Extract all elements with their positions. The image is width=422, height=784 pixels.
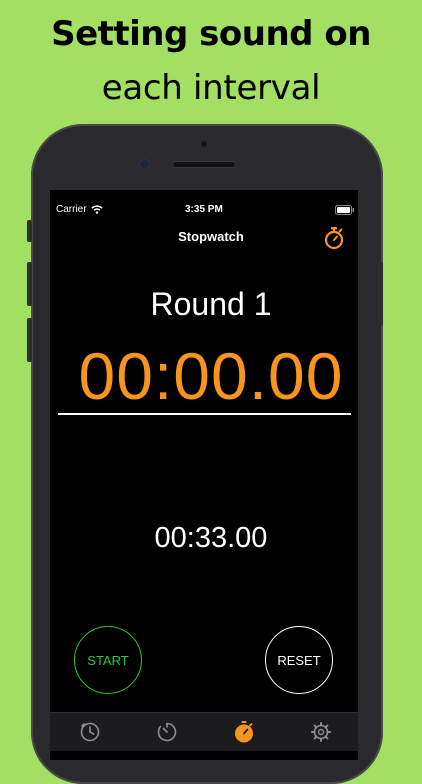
total-time-display: 00:33.00 bbox=[154, 522, 268, 554]
interval-time-display: 00:00.00 bbox=[78, 339, 344, 413]
reset-button[interactable]: RESET bbox=[265, 626, 333, 694]
tab-settings[interactable] bbox=[309, 720, 333, 744]
status-time: 3:35 PM bbox=[185, 204, 223, 215]
page-title: Stopwatch bbox=[178, 229, 244, 244]
stopwatch-icon bbox=[235, 721, 253, 743]
carrier-label: Carrier bbox=[56, 204, 87, 215]
battery-icon bbox=[335, 205, 354, 215]
clock-icon bbox=[80, 722, 100, 742]
settings-gear-icon bbox=[311, 722, 331, 742]
caption-line-1: Setting sound on bbox=[51, 14, 371, 54]
stopwatch-icon[interactable] bbox=[323, 226, 345, 250]
reset-button-label: RESET bbox=[277, 652, 321, 668]
timer-icon bbox=[157, 722, 177, 742]
time-divider bbox=[58, 413, 351, 415]
earpiece-speaker bbox=[172, 161, 236, 168]
caption-line-2: each interval bbox=[101, 68, 321, 108]
proximity-sensor bbox=[201, 141, 207, 147]
tab-timer[interactable] bbox=[155, 720, 179, 744]
tab-clock[interactable] bbox=[78, 720, 102, 744]
start-button-label: START bbox=[87, 652, 129, 668]
front-camera bbox=[140, 160, 149, 169]
wifi-icon bbox=[91, 205, 103, 214]
start-button[interactable]: START bbox=[74, 626, 142, 694]
round-label: Round 1 bbox=[150, 286, 272, 322]
tab-stopwatch[interactable] bbox=[232, 720, 256, 744]
